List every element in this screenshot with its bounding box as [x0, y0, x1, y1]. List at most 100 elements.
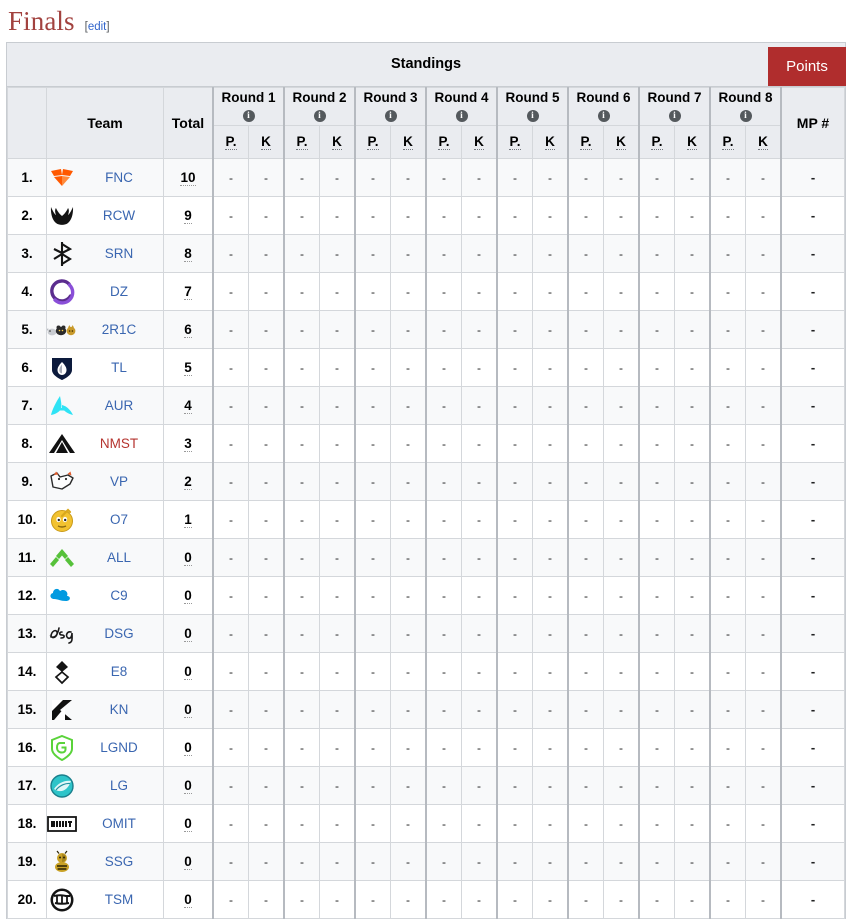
round-kills-cell: -	[390, 690, 427, 729]
team-link[interactable]: RCW	[83, 208, 163, 223]
round-points-cell: -	[354, 348, 391, 387]
round-points-cell: -	[425, 652, 462, 691]
info-icon[interactable]: i	[597, 110, 610, 123]
team-link[interactable]: E8	[83, 664, 163, 679]
info-icon[interactable]: i	[242, 110, 255, 123]
team-link[interactable]: AUR	[83, 398, 163, 413]
header-row-rounds: Team Total Round 1 i Round 2 i Round 3 i…	[7, 87, 845, 159]
round-kills-cell: -	[319, 538, 356, 577]
team-cell: VP	[46, 462, 164, 501]
round-kills-cell: -	[248, 880, 285, 919]
info-icon[interactable]: i	[384, 110, 397, 123]
round-points-cell: -	[638, 766, 675, 805]
abbr-points[interactable]: P.	[438, 134, 450, 151]
round-kills-cell: -	[603, 310, 640, 349]
abbr-points[interactable]: P.	[580, 134, 592, 151]
abbr-kills[interactable]: K	[474, 134, 484, 151]
round-points-cell: -	[354, 690, 391, 729]
round-kills-cell: -	[674, 804, 711, 843]
team-cell: DZ	[46, 272, 164, 311]
round-kills-cell: -	[674, 500, 711, 539]
round-points-cell: -	[354, 614, 391, 653]
abbr-points[interactable]: P.	[722, 134, 734, 151]
team-link[interactable]: FNC	[83, 170, 163, 185]
round-kills-cell: -	[319, 348, 356, 387]
round-kills-cell: -	[674, 652, 711, 691]
team-link[interactable]: SSG	[83, 854, 163, 869]
info-icon[interactable]: i	[313, 110, 326, 123]
total-value: 0	[184, 816, 192, 832]
team-link[interactable]: SRN	[83, 246, 163, 261]
abbr-kills[interactable]: K	[403, 134, 413, 151]
info-icon[interactable]: i	[739, 110, 752, 123]
abbr-points[interactable]: P.	[367, 134, 379, 151]
team-link[interactable]: KN	[83, 702, 163, 717]
total-cell: 0	[163, 842, 214, 881]
abbr-kills[interactable]: K	[616, 134, 626, 151]
round-kills-cell: -	[674, 234, 711, 273]
team-liquid-logo	[47, 354, 77, 382]
abbr-kills[interactable]: K	[332, 134, 342, 151]
table-row: 15. KN 0- - - - - - - - - - - - - - - - -	[7, 690, 845, 729]
team-link[interactable]: C9	[83, 588, 163, 603]
round-points-cell: -	[567, 614, 604, 653]
team-link[interactable]: NMST	[83, 436, 163, 451]
round-kills-cell: -	[319, 880, 356, 919]
table-row: 10. O7 1- - - - - - - - - - - - - - - - -	[7, 500, 845, 539]
team-link[interactable]: DZ	[83, 284, 163, 299]
round-points-cell: -	[425, 424, 462, 463]
total-cell: 0	[163, 766, 214, 805]
mp-cell: -	[780, 424, 845, 463]
round-kills-cell: -	[461, 462, 498, 501]
round-kills-cell: -	[390, 614, 427, 653]
round-3-label: Round 3	[363, 90, 418, 106]
round-points-cell: -	[709, 576, 746, 615]
team-link[interactable]: ALL	[83, 550, 163, 565]
round-kills-cell: -	[248, 272, 285, 311]
round-points-cell: -	[638, 234, 675, 273]
info-icon[interactable]: i	[668, 110, 681, 123]
mp-cell: -	[780, 728, 845, 767]
abbr-points[interactable]: P.	[296, 134, 308, 151]
points-button[interactable]: Points	[768, 47, 846, 86]
round-kills-cell: -	[745, 196, 782, 235]
team-link[interactable]: LG	[83, 778, 163, 793]
abbr-points[interactable]: P.	[509, 134, 521, 151]
round-8-label: Round 8	[718, 90, 773, 106]
team-link[interactable]: VP	[83, 474, 163, 489]
abbr-kills[interactable]: K	[545, 134, 555, 151]
team-cell: E8	[46, 652, 164, 691]
fnatic-logo	[47, 164, 77, 192]
team-link[interactable]: TL	[83, 360, 163, 375]
abbr-kills[interactable]: K	[261, 134, 271, 151]
mp-cell: -	[780, 348, 845, 387]
abbr-points[interactable]: P.	[225, 134, 237, 151]
round-points-cell: -	[567, 196, 604, 235]
info-icon[interactable]: i	[455, 110, 468, 123]
abbr-points[interactable]: P.	[651, 134, 663, 151]
team-link[interactable]: O7	[83, 512, 163, 527]
info-icon[interactable]: i	[526, 110, 539, 123]
team-link[interactable]: 2R1C	[83, 322, 163, 337]
round-4-label: Round 4	[434, 90, 489, 106]
round-points-cell: -	[212, 690, 249, 729]
team-cell: LGND	[46, 728, 164, 767]
round-points-cell: -	[709, 538, 746, 577]
round-points-cell: -	[496, 652, 533, 691]
abbr-kills[interactable]: K	[687, 134, 697, 151]
round-points-cell: -	[567, 272, 604, 311]
round-7-label: Round 7	[647, 90, 702, 106]
round-kills-cell: -	[390, 158, 427, 197]
round-kills-cell: -	[390, 652, 427, 691]
edit-section-link[interactable]: [edit]	[85, 21, 110, 33]
round-6-label: Round 6	[576, 90, 631, 106]
abbr-kills[interactable]: K	[758, 134, 768, 151]
round-points-cell: -	[496, 880, 533, 919]
team-link[interactable]: OMIT	[83, 816, 163, 831]
round-points-cell: -	[283, 614, 320, 653]
round-kills-cell: -	[248, 462, 285, 501]
team-link[interactable]: TSM	[83, 892, 163, 907]
team-link[interactable]: DSG	[83, 626, 163, 641]
team-link[interactable]: LGND	[83, 740, 163, 755]
round-points-cell: -	[283, 690, 320, 729]
